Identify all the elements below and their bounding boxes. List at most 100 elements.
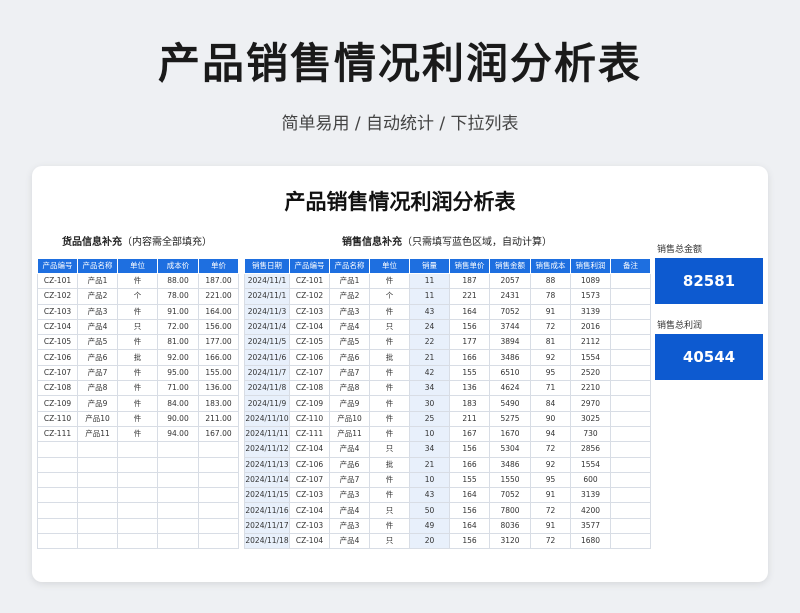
sales-cell[interactable]: 2024/11/1 [244, 288, 290, 305]
goods-cell[interactable] [77, 456, 118, 473]
sales-cell[interactable]: 221 [449, 288, 490, 305]
sales-cell[interactable]: 164 [449, 303, 490, 320]
sales-cell[interactable]: 3025 [570, 410, 611, 427]
sales-cell[interactable]: 2024/11/16 [244, 502, 290, 519]
goods-cell[interactable]: 164.00 [198, 303, 239, 320]
sales-cell[interactable]: 产品4 [329, 441, 370, 458]
sales-cell[interactable]: 11 [409, 288, 450, 305]
goods-cell[interactable] [157, 456, 199, 473]
goods-cell[interactable] [37, 487, 78, 504]
sales-cell[interactable]: 166 [449, 349, 490, 366]
sales-cell[interactable]: 43 [409, 303, 450, 320]
sales-cell[interactable] [610, 303, 651, 320]
goods-cell[interactable]: 92.00 [157, 349, 199, 366]
sales-cell[interactable]: 90 [530, 410, 571, 427]
sales-cell[interactable]: 164 [449, 517, 490, 535]
sales-cell[interactable]: 1089 [570, 272, 611, 290]
sales-cell[interactable]: 2024/11/8 [244, 380, 290, 397]
goods-cell[interactable]: 155.00 [198, 364, 239, 382]
sales-cell[interactable]: 95 [530, 364, 571, 382]
sales-cell[interactable]: 件 [369, 364, 410, 382]
sales-cell[interactable] [610, 533, 651, 550]
sales-cell[interactable]: 2856 [570, 441, 611, 458]
sales-cell[interactable]: CZ-107 [289, 364, 330, 382]
goods-cell[interactable]: 件 [117, 380, 158, 397]
sales-cell[interactable]: 产品5 [329, 334, 370, 351]
sales-cell[interactable]: 50 [409, 502, 450, 519]
sales-cell[interactable]: CZ-108 [289, 380, 330, 397]
sales-cell[interactable]: 2024/11/14 [244, 471, 290, 489]
sales-cell[interactable]: 187 [449, 272, 490, 290]
sales-cell[interactable]: 产品8 [329, 380, 370, 397]
sales-cell[interactable]: 产品3 [329, 487, 370, 504]
sales-cell[interactable]: 3486 [489, 349, 531, 366]
sales-cell[interactable]: 产品4 [329, 533, 370, 550]
goods-cell[interactable]: 211.00 [198, 410, 239, 427]
sales-cell[interactable]: 10 [409, 471, 450, 489]
goods-cell[interactable] [77, 517, 118, 535]
sales-cell[interactable]: 件 [369, 303, 410, 320]
goods-cell[interactable]: 产品5 [77, 334, 118, 351]
sales-cell[interactable]: CZ-101 [289, 272, 330, 290]
sales-cell[interactable]: 72 [530, 318, 571, 336]
sales-cell[interactable]: 2024/11/10 [244, 410, 290, 427]
sales-cell[interactable]: 2057 [489, 272, 531, 290]
sales-cell[interactable]: 21 [409, 349, 450, 366]
goods-cell[interactable]: 84.00 [157, 395, 199, 412]
goods-cell[interactable] [157, 441, 199, 458]
sales-cell[interactable]: 件 [369, 272, 410, 290]
sales-cell[interactable] [610, 425, 651, 443]
goods-cell[interactable]: 177.00 [198, 334, 239, 351]
goods-cell[interactable]: 156.00 [198, 318, 239, 336]
sales-cell[interactable]: 5275 [489, 410, 531, 427]
goods-cell[interactable] [77, 502, 118, 519]
goods-cell[interactable] [198, 517, 239, 535]
goods-cell[interactable]: 221.00 [198, 288, 239, 305]
sales-cell[interactable]: 1680 [570, 533, 611, 550]
sales-cell[interactable]: CZ-103 [289, 487, 330, 504]
goods-cell[interactable]: CZ-103 [37, 303, 78, 320]
sales-cell[interactable]: 3577 [570, 517, 611, 535]
sales-cell[interactable]: 49 [409, 517, 450, 535]
sales-cell[interactable]: 产品7 [329, 471, 370, 489]
goods-cell[interactable] [77, 533, 118, 550]
goods-cell[interactable]: 90.00 [157, 410, 199, 427]
goods-cell[interactable]: 产品6 [77, 349, 118, 366]
goods-cell[interactable]: 187.00 [198, 272, 239, 290]
goods-cell[interactable] [198, 456, 239, 473]
sales-cell[interactable]: 件 [369, 487, 410, 504]
goods-cell[interactable]: 78.00 [157, 288, 199, 305]
sales-cell[interactable]: 11 [409, 272, 450, 290]
goods-cell[interactable]: 件 [117, 395, 158, 412]
goods-cell[interactable] [37, 517, 78, 535]
sales-cell[interactable]: 产品9 [329, 395, 370, 412]
sales-cell[interactable]: 600 [570, 471, 611, 489]
sales-cell[interactable]: 3486 [489, 456, 531, 473]
sales-cell[interactable]: 2024/11/7 [244, 364, 290, 382]
sales-cell[interactable]: 30 [409, 395, 450, 412]
sales-cell[interactable]: 72 [530, 441, 571, 458]
sales-cell[interactable]: 件 [369, 395, 410, 412]
goods-cell[interactable] [77, 471, 118, 489]
sales-cell[interactable]: 34 [409, 380, 450, 397]
sales-cell[interactable]: 产品4 [329, 502, 370, 519]
sales-cell[interactable]: 177 [449, 334, 490, 351]
goods-cell[interactable]: CZ-108 [37, 380, 78, 397]
sales-cell[interactable]: CZ-111 [289, 425, 330, 443]
sales-cell[interactable]: 164 [449, 487, 490, 504]
goods-cell[interactable]: 产品11 [77, 425, 118, 443]
sales-cell[interactable]: 166 [449, 456, 490, 473]
sales-cell[interactable]: 211 [449, 410, 490, 427]
goods-cell[interactable]: 72.00 [157, 318, 199, 336]
sales-cell[interactable]: 产品11 [329, 425, 370, 443]
sales-cell[interactable]: 2024/11/4 [244, 318, 290, 336]
sales-cell[interactable]: 94 [530, 425, 571, 443]
sales-cell[interactable]: 产品2 [329, 288, 370, 305]
sales-cell[interactable]: 2016 [570, 318, 611, 336]
sales-cell[interactable] [610, 318, 651, 336]
goods-cell[interactable] [198, 533, 239, 550]
sales-cell[interactable]: 件 [369, 425, 410, 443]
sales-cell[interactable]: 95 [530, 471, 571, 489]
sales-cell[interactable]: 产品1 [329, 272, 370, 290]
goods-cell[interactable]: 94.00 [157, 425, 199, 443]
